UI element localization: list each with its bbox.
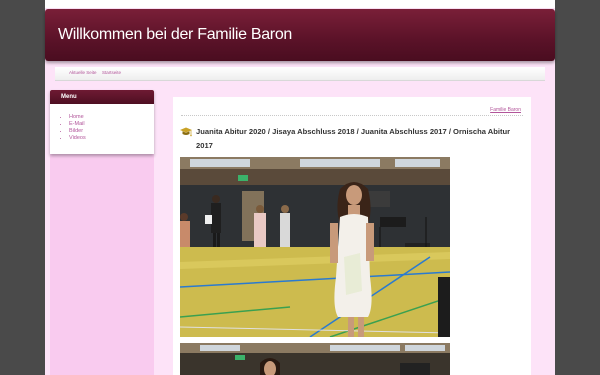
- site-header: Willkommen bei der Familie Baron: [45, 9, 555, 61]
- site-title: Willkommen bei der Familie Baron: [58, 26, 293, 43]
- graduation-icon: [180, 127, 192, 137]
- graduation-photo-2[interactable]: [180, 343, 450, 375]
- main-content: Familie Baron Juanita Abitur 2020 / Jisa…: [173, 97, 531, 375]
- menu-link-videos[interactable]: Videos: [69, 135, 86, 141]
- sidebar: Menu Home E-Mail Bilder Videos: [50, 90, 154, 375]
- menu-box: Menu Home E-Mail Bilder Videos: [50, 90, 154, 154]
- menu-item-videos: Videos: [69, 135, 154, 142]
- menu-link-email[interactable]: E-Mail: [69, 121, 85, 127]
- post-title: Juanita Abitur 2020 / Jisaya Abschluss 2…: [196, 127, 511, 150]
- page: Willkommen bei der Familie Baron Aktuell…: [45, 0, 555, 375]
- top-navigation: Aktuelle Seite Startseite: [55, 67, 545, 81]
- divider: [181, 115, 523, 116]
- menu-item-home: Home: [69, 114, 154, 121]
- menu-item-pictures: Bilder: [69, 128, 154, 135]
- breadcrumb[interactable]: Familie Baron: [490, 107, 521, 113]
- menu-item-email: E-Mail: [69, 121, 154, 128]
- menu-link-pictures[interactable]: Bilder: [69, 128, 83, 134]
- nav-item-current-page[interactable]: Aktuelle Seite: [69, 70, 97, 75]
- menu-link-home[interactable]: Home: [69, 114, 84, 120]
- menu-list: Home E-Mail Bilder Videos: [50, 104, 154, 142]
- nav-item-homepage[interactable]: Startseite: [102, 70, 121, 75]
- graduation-photo[interactable]: [180, 157, 450, 337]
- menu-heading: Menu: [50, 90, 154, 104]
- top-strip: [45, 0, 555, 8]
